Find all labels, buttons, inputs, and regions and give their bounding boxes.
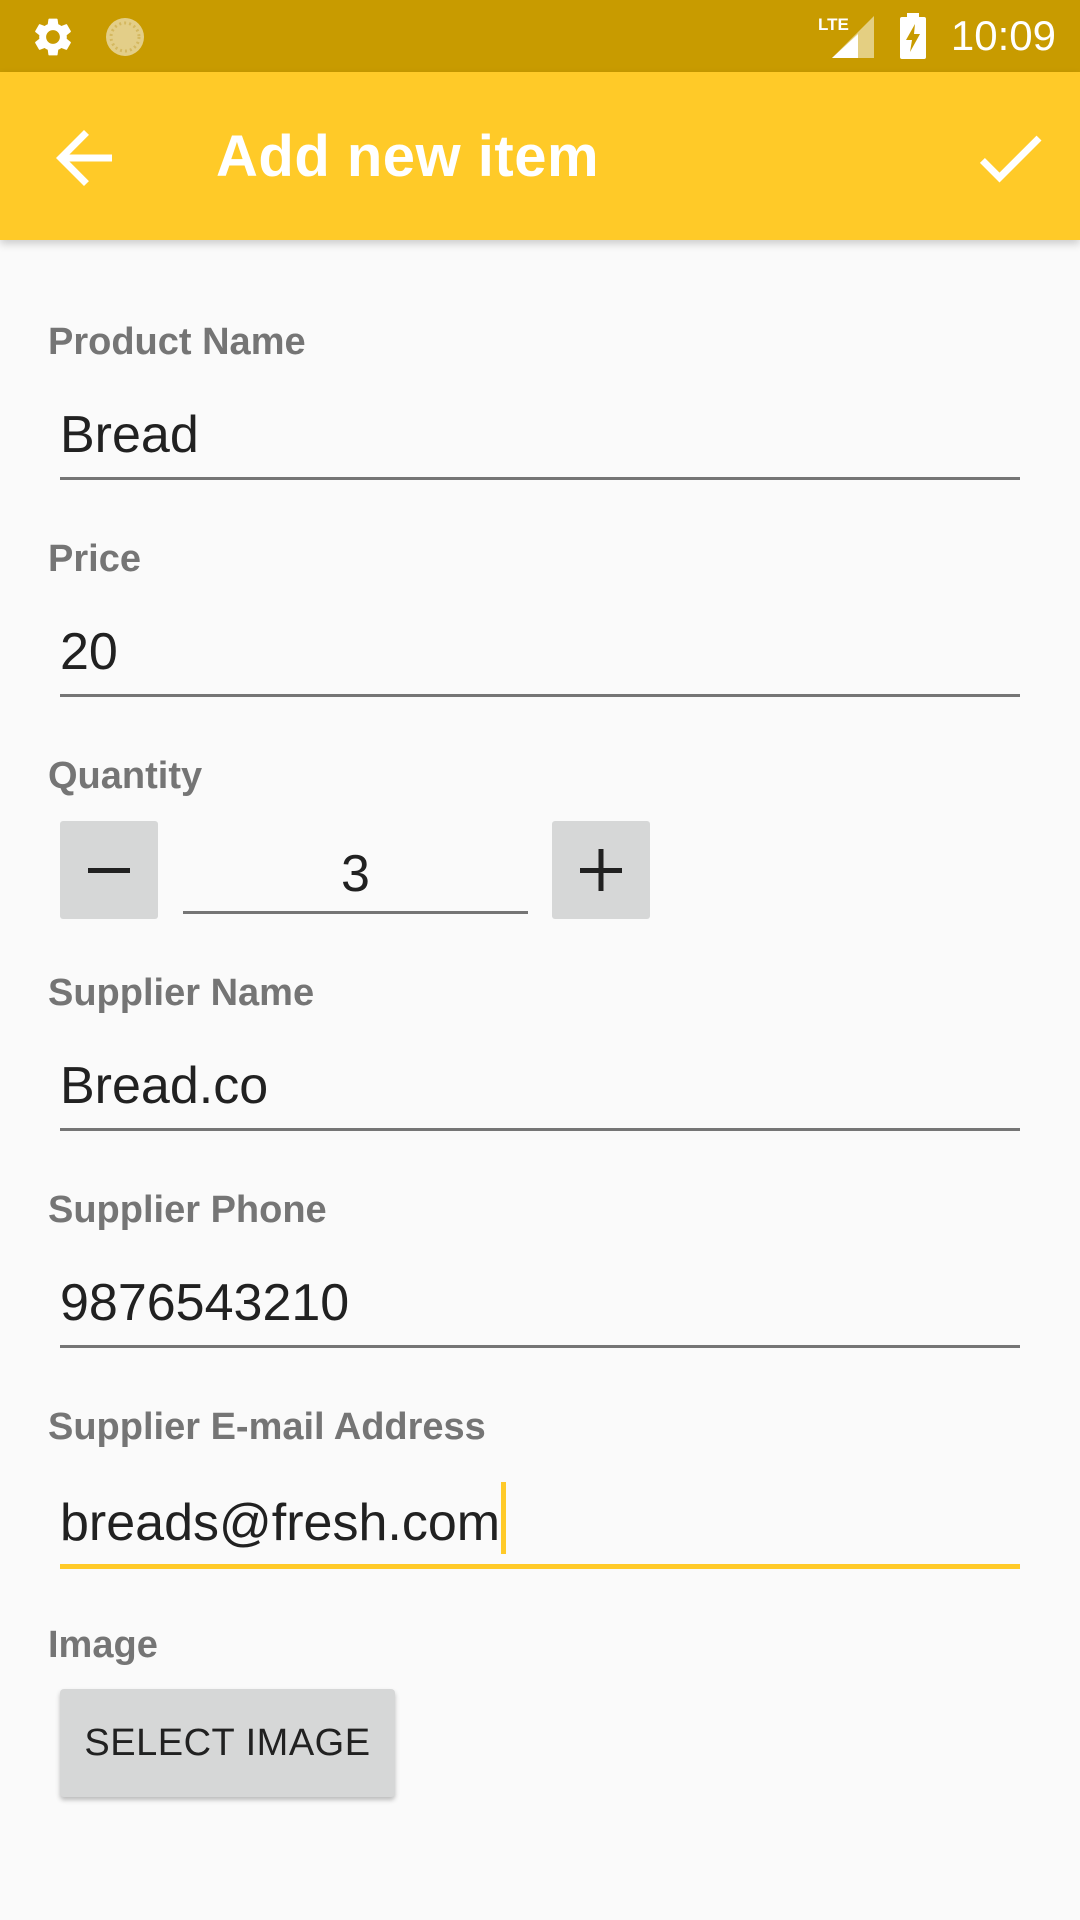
supplier-phone-field[interactable]: 9876543210 [60, 1266, 1020, 1348]
status-bar: LTE 10:09 [0, 0, 1080, 72]
product-name-value: Bread [60, 406, 199, 464]
settings-icon [35, 18, 71, 56]
loading-icon [106, 18, 144, 56]
supplier-email-label: Supplier E-mail Address [48, 1406, 486, 1448]
price-label: Price [48, 538, 141, 580]
supplier-email-field[interactable]: breads@fresh.com [60, 1482, 1020, 1569]
image-label: Image [48, 1624, 158, 1666]
price-value: 20 [60, 623, 118, 681]
text-cursor [501, 1482, 507, 1554]
price-field[interactable]: 20 [60, 615, 1020, 697]
supplier-phone-label: Supplier Phone [48, 1189, 327, 1231]
plus-icon [580, 849, 622, 891]
increment-button[interactable] [552, 821, 650, 919]
select-image-button[interactable]: SELECT IMAGE [60, 1689, 395, 1797]
supplier-phone-value: 9876543210 [60, 1274, 350, 1332]
check-icon [979, 135, 1042, 183]
lte-signal-icon: LTE [818, 15, 874, 58]
supplier-name-value: Bread.co [60, 1057, 269, 1115]
back-button[interactable] [42, 116, 126, 200]
decrement-button[interactable] [60, 821, 158, 919]
status-time: 10:09 [950, 12, 1056, 59]
svg-text:LTE: LTE [818, 15, 849, 34]
toolbar: Add new item [0, 72, 1080, 240]
minus-icon [88, 868, 130, 873]
quantity-label: Quantity [48, 755, 203, 797]
product-name-field[interactable]: Bread [60, 398, 1020, 480]
supplier-name-field[interactable]: Bread.co [60, 1049, 1020, 1131]
supplier-email-value: breads@fresh.com [60, 1494, 501, 1552]
product-name-label: Product Name [48, 321, 306, 363]
page-title: Add new item [216, 124, 600, 189]
quantity-value: 3 [341, 845, 370, 903]
quantity-field[interactable]: 3 [183, 838, 528, 914]
arrow-back-icon [56, 130, 112, 186]
supplier-name-label: Supplier Name [48, 972, 315, 1014]
save-button[interactable] [968, 116, 1052, 200]
battery-charging-icon [900, 13, 926, 59]
